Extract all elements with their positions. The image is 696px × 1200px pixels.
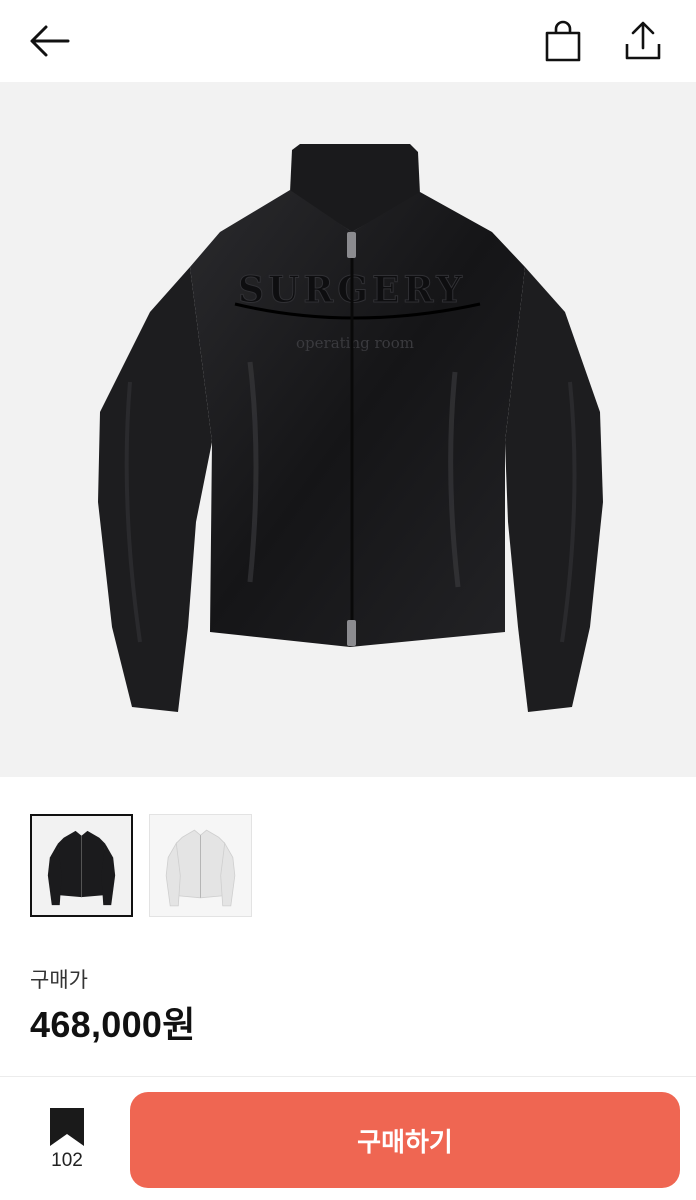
product-main-image[interactable]: SURGERY operating room	[0, 82, 696, 777]
share-button[interactable]	[616, 14, 670, 68]
price-label: 구매가	[30, 969, 88, 992]
buy-button[interactable]: 구매하기	[130, 1092, 680, 1188]
top-navigation-bar	[0, 0, 696, 82]
buy-button-label: 구매하기	[357, 1126, 453, 1157]
thumbnail-white[interactable]	[149, 814, 252, 917]
thumbnail-strip	[30, 814, 252, 917]
arrow-left-icon	[30, 25, 70, 57]
shopping-bag-icon	[545, 20, 581, 62]
shopping-bag-button[interactable]	[536, 14, 590, 68]
bookmark-icon	[50, 1108, 84, 1146]
thumbnail-black[interactable]	[30, 814, 133, 917]
black-jacket-thumbnail-image	[32, 816, 131, 915]
share-upload-icon	[625, 21, 661, 60]
bookmark-count: 102	[51, 1150, 83, 1171]
price-value: 468,000원	[30, 1004, 196, 1045]
leather-jacket-illustration: SURGERY operating room	[98, 144, 603, 712]
bookmark-button[interactable]: 102	[36, 1106, 98, 1176]
white-jacket-thumbnail-image	[150, 815, 251, 916]
back-button[interactable]	[22, 16, 78, 66]
svg-text:operating room: operating room	[296, 334, 414, 352]
